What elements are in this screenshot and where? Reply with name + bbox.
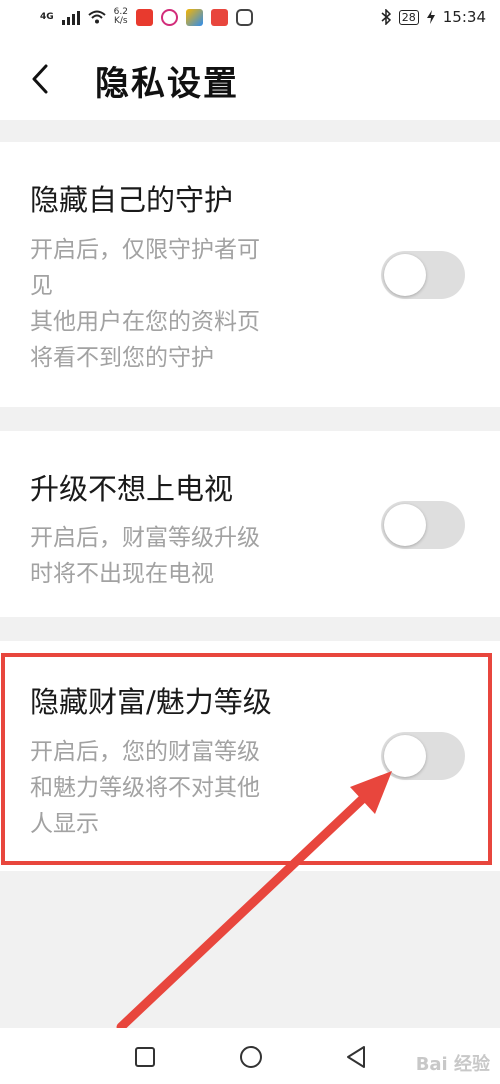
back-nav-button[interactable] — [342, 1042, 372, 1072]
triangle-back-icon — [347, 1046, 365, 1068]
circle-icon — [240, 1046, 262, 1068]
red-arrow-annotation — [116, 771, 392, 1032]
home-button[interactable] — [236, 1042, 266, 1072]
watermark: Bai 经验 — [415, 1054, 490, 1075]
system-nav-bar: Bai 经验 — [0, 1028, 500, 1084]
square-icon — [135, 1047, 155, 1067]
recent-apps-button[interactable] — [130, 1042, 160, 1072]
